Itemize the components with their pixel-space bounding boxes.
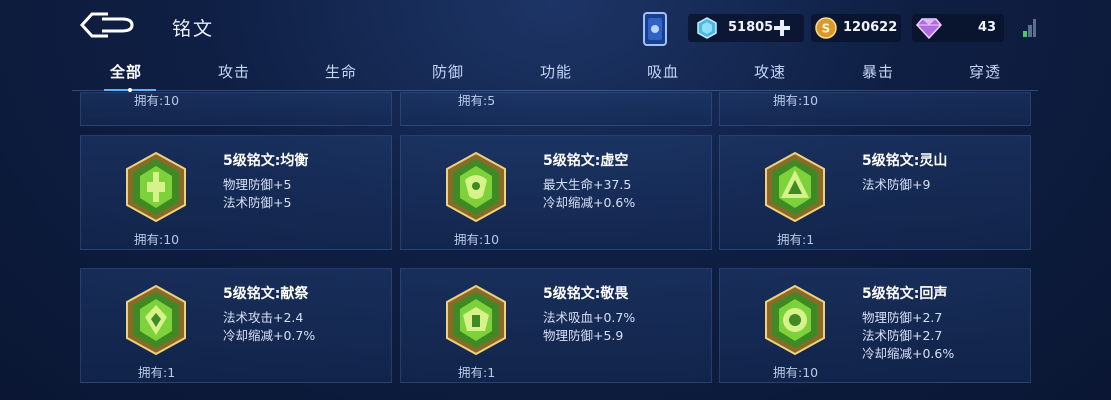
tab-defense[interactable]: 防御 [432,61,464,82]
owned-count: 拥有:10 [773,93,819,108]
rune-name: 5级铭文:回声 [862,286,948,302]
tab-utility[interactable]: 功能 [540,61,572,82]
owned-count: 拥有:1 [138,365,176,380]
rune-name: 5级铭文:均衡 [223,153,309,169]
gold-amount: 120622 [843,20,898,35]
gem-amount: 43 [978,20,997,35]
rune-stat: 法术防御+9 [862,177,931,192]
diamond-balance: 51805 [688,14,804,42]
owned-count: 拥有:5 [458,93,496,108]
rune-card-partial[interactable]: 拥有:10 [80,92,392,126]
tab-all[interactable]: 全部 [110,61,142,82]
owned-count: 拥有:1 [458,365,496,380]
svg-text:S: S [822,22,831,36]
tab-penetration[interactable]: 穿透 [969,61,1001,82]
rune-card[interactable]: 5级铭文:均衡 物理防御+5 法术防御+5 拥有:10 [80,135,392,250]
rune-stat: 物理防御+2.7 [862,310,943,325]
rune-card[interactable]: 5级铭文:敬畏 法术吸血+0.7% 物理防御+5.9 拥有:1 [400,268,712,383]
spirit-mountain-rune-icon [765,152,825,222]
owned-count: 拥有:10 [454,232,500,247]
rune-stat: 物理防御+5 [223,177,292,192]
gem-icon [916,18,942,40]
rune-card-partial[interactable]: 拥有:10 [719,92,1031,126]
rune-stat: 法术防御+2.7 [862,328,943,343]
sacrifice-rune-icon [126,285,186,355]
rune-name: 5级铭文:敬畏 [543,286,629,302]
awe-rune-icon [446,285,506,355]
top-bar: 铭文 51805 S 120622 43 [0,0,1111,56]
rune-stat: 最大生命+37.5 [543,177,632,192]
owned-count: 拥有:10 [134,232,180,247]
diamond-amount: 51805 [728,20,774,35]
rune-stat: 冷却缩减+0.6% [543,195,636,210]
gem-balance: 43 [912,14,1004,42]
rune-stat: 冷却缩减+0.7% [223,328,316,343]
rune-name: 5级铭文:灵山 [862,153,948,169]
owned-count: 拥有:10 [773,365,819,380]
rune-stat: 法术攻击+2.4 [223,310,304,325]
rune-card[interactable]: 5级铭文:献祭 法术攻击+2.4 冷却缩减+0.7% 拥有:1 [80,268,392,383]
rune-card-partial[interactable]: 拥有:5 [400,92,712,126]
owned-count: 拥有:10 [134,93,180,108]
balance-rune-icon [126,152,186,222]
diamond-icon [697,17,717,39]
tabs-divider [72,90,1038,91]
rune-card[interactable]: 5级铭文:虚空 最大生命+37.5 冷却缩减+0.6% 拥有:10 [400,135,712,250]
rune-name: 5级铭文:献祭 [223,286,309,302]
gold-coin-icon: S [815,17,837,39]
rune-card[interactable]: 5级铭文:回声 物理防御+2.7 法术防御+2.7 冷却缩减+0.6% 拥有:1… [719,268,1031,383]
tab-attack[interactable]: 攻击 [218,61,250,82]
tab-lifesteal[interactable]: 吸血 [647,61,679,82]
rune-card[interactable]: 5级铭文:灵山 法术防御+9 拥有:1 [719,135,1031,250]
owned-count: 拥有:1 [777,232,815,247]
tab-critical[interactable]: 暴击 [862,61,894,82]
echo-rune-icon [765,285,825,355]
back-arrow-icon[interactable] [78,10,136,40]
tab-attack-speed[interactable]: 攻速 [754,61,786,82]
page-title: 铭文 [172,18,215,40]
signal-icon [1023,19,1036,37]
tab-health[interactable]: 生命 [325,61,357,82]
rune-name: 5级铭文:虚空 [543,153,629,169]
card-icon[interactable] [640,10,670,48]
plus-icon[interactable] [772,18,792,38]
rune-stat: 法术吸血+0.7% [543,310,636,325]
rune-stat: 物理防御+5.9 [543,328,624,343]
category-tabs: 全部 攻击 生命 防御 功能 吸血 攻速 暴击 穿透 [72,57,1038,91]
void-rune-icon [446,152,506,222]
rune-stat: 冷却缩减+0.6% [862,346,955,361]
rune-stat: 法术防御+5 [223,195,292,210]
gold-balance: S 120622 [811,14,901,42]
